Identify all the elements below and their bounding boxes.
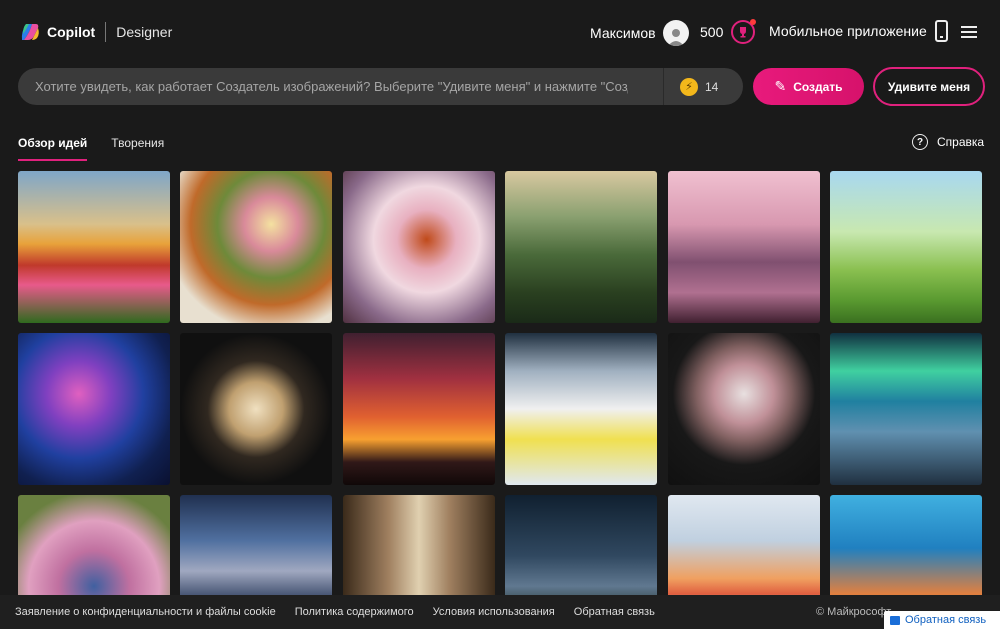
- idea-image-polar-bears-lemonade[interactable]: [505, 333, 657, 485]
- prompt-bar: ⚡ 14: [18, 68, 743, 105]
- points-value: 500: [700, 24, 724, 40]
- idea-image-tulip-field[interactable]: [18, 171, 170, 323]
- prompt-divider: [663, 68, 664, 105]
- surprise-me-label: Удивите меня: [887, 79, 971, 94]
- idea-image-kite-boy[interactable]: [830, 171, 982, 323]
- tab-creations[interactable]: Творения: [111, 136, 164, 161]
- idea-image-neon-forest[interactable]: [18, 333, 170, 485]
- boosts-counter[interactable]: ⚡ 14: [680, 77, 719, 96]
- footer-link-terms[interactable]: Условия использования: [433, 606, 555, 618]
- boosts-count: 14: [705, 79, 719, 94]
- surprise-me-button[interactable]: Удивите меня: [873, 67, 985, 106]
- logo-subtitle: Designer: [116, 24, 173, 40]
- notification-dot: [750, 19, 757, 25]
- create-button-label: Создать: [793, 79, 843, 94]
- feedback-button[interactable]: Обратная связь: [884, 611, 1000, 629]
- chat-icon: [890, 615, 900, 625]
- mobile-app-label: Мобильное приложение: [769, 23, 927, 39]
- idea-image-picnic-flowers[interactable]: [180, 171, 332, 323]
- create-button[interactable]: ✎ Создать: [753, 68, 864, 105]
- idea-image-cowboy-sunset[interactable]: [343, 333, 495, 485]
- hamburger-menu-icon[interactable]: [961, 26, 977, 38]
- idea-image-moon-wreath[interactable]: [180, 333, 332, 485]
- logo-divider: [105, 22, 107, 42]
- user-name: Максимов: [590, 25, 656, 41]
- lightning-icon: ⚡: [680, 77, 698, 96]
- header: Copilot Designer Максимов 500 Мобильное …: [0, 0, 1000, 66]
- feedback-button-label: Обратная связь: [905, 614, 987, 626]
- idea-image-waterfall[interactable]: [505, 171, 657, 323]
- copilot-logo-icon: [21, 24, 39, 40]
- idea-image-butterfly-blossom[interactable]: [343, 171, 495, 323]
- footer-link-privacy[interactable]: Заявление о конфиденциальности и файлы c…: [15, 606, 276, 618]
- idea-image-flower-bouquet[interactable]: [668, 333, 820, 485]
- prompt-input[interactable]: [18, 68, 628, 105]
- copyright: © Майкрософт: [816, 606, 892, 618]
- logo-text: Copilot: [47, 24, 96, 40]
- tabs: Обзор идей Творения: [18, 136, 188, 161]
- brush-icon: ✎: [774, 78, 787, 94]
- phone-icon: [934, 20, 948, 42]
- trophy-icon[interactable]: [731, 19, 757, 44]
- footer: Заявление о конфиденциальности и файлы c…: [0, 595, 1000, 629]
- footer-link-content-policy[interactable]: Политика содержимого: [295, 606, 414, 618]
- idea-image-cherry-river[interactable]: [668, 171, 820, 323]
- help-link[interactable]: ? Справка: [912, 134, 984, 150]
- copilot-logo[interactable]: Copilot Designer: [20, 22, 172, 42]
- help-label: Справка: [937, 135, 985, 149]
- user-profile[interactable]: Максимов: [590, 20, 689, 46]
- rewards-points[interactable]: 500: [700, 19, 757, 44]
- footer-link-feedback[interactable]: Обратная связь: [574, 606, 655, 618]
- tab-explore-ideas[interactable]: Обзор идей: [18, 136, 88, 161]
- idea-image-aurora[interactable]: [830, 333, 982, 485]
- question-icon: ?: [912, 134, 928, 150]
- avatar-icon[interactable]: [662, 20, 689, 46]
- mobile-app-link[interactable]: Мобильное приложение: [769, 20, 948, 42]
